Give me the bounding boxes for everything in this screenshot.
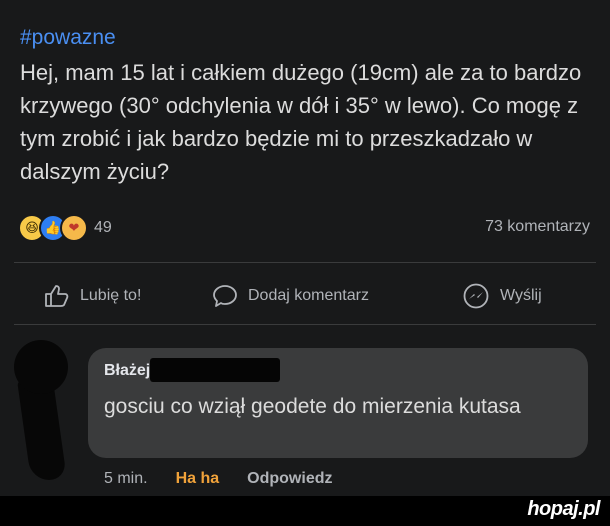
reactions-summary[interactable]: 😆 👍 ❤ 49 bbox=[18, 214, 112, 242]
send-label: Wyślij bbox=[500, 287, 542, 304]
comments-count[interactable]: 73 komentarzy bbox=[485, 218, 590, 236]
comment-icon bbox=[213, 285, 237, 307]
comment-time[interactable]: 5 min. bbox=[104, 470, 148, 488]
comment-author[interactable]: Błażej bbox=[104, 362, 150, 380]
hashtag-link[interactable]: #powazne bbox=[20, 26, 116, 50]
post-actions: Lubię to! Dodaj komentarz Wyślij bbox=[0, 278, 610, 314]
redacted-avatar-shadow bbox=[16, 380, 68, 480]
comment-label: Dodaj komentarz bbox=[248, 287, 369, 304]
comment-reaction-link[interactable]: Ha ha bbox=[176, 470, 220, 488]
post-text: Hej, mam 15 lat i całkiem dużego (19cm) … bbox=[20, 60, 582, 184]
like-label: Lubię to! bbox=[80, 287, 142, 304]
divider bbox=[14, 262, 596, 263]
reply-link[interactable]: Odpowiedz bbox=[247, 470, 332, 488]
divider bbox=[14, 324, 596, 325]
watermark-bar: hopaj.pl bbox=[0, 496, 610, 526]
redaction-bar bbox=[150, 358, 280, 382]
messenger-icon bbox=[463, 283, 489, 309]
like-button[interactable]: Lubię to! bbox=[44, 278, 141, 314]
care-reaction-icon: ❤ bbox=[60, 214, 88, 242]
avatar[interactable] bbox=[14, 340, 68, 394]
thumbs-up-icon bbox=[45, 285, 69, 307]
post-card: #powazne Hej, mam 15 lat i całkiem dużeg… bbox=[0, 0, 610, 496]
comment-text: gosciu co wziął geodete do mierzenia kut… bbox=[104, 395, 521, 418]
watermark: hopaj.pl bbox=[527, 498, 600, 520]
comment-bubble: Błażej gosciu co wziął geodete do mierze… bbox=[88, 348, 588, 458]
comment-meta: 5 min. Ha ha Odpowiedz bbox=[104, 470, 332, 488]
reaction-count: 49 bbox=[94, 219, 112, 236]
send-button[interactable]: Wyślij bbox=[462, 278, 542, 314]
comment-button[interactable]: Dodaj komentarz bbox=[212, 278, 369, 314]
